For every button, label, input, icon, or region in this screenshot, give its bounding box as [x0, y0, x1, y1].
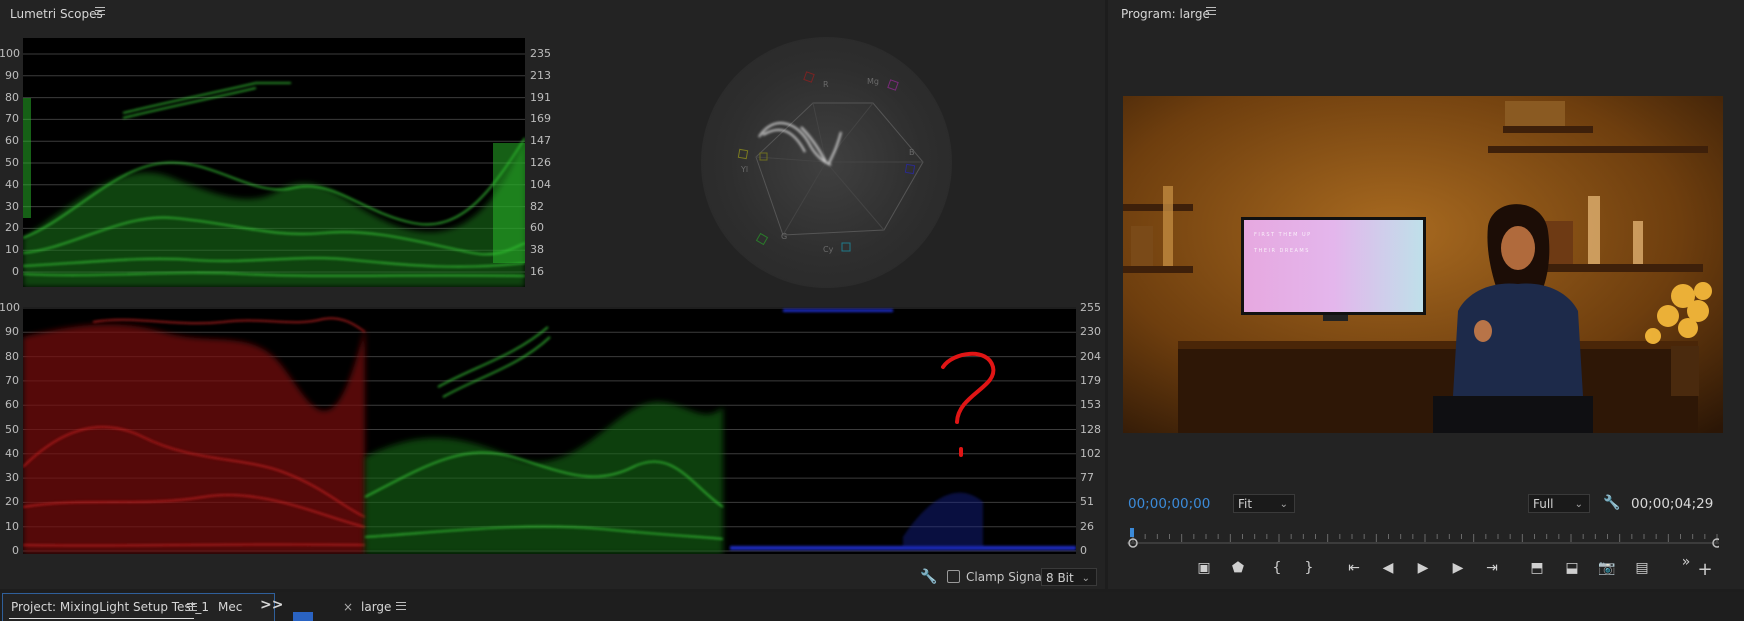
comparison-view-icon[interactable]: ▤ — [1631, 558, 1653, 578]
axis-tick-label: 10 — [5, 243, 19, 257]
extract-icon[interactable]: ⬓ — [1561, 558, 1583, 578]
lift-icon[interactable]: ⬒ — [1526, 558, 1548, 578]
axis-tick-label: 230 — [1080, 325, 1101, 339]
axis-tick-label: 255 — [1080, 301, 1101, 314]
bit-depth-value: 8 Bit — [1046, 571, 1074, 585]
panel-menu-icon[interactable] — [396, 602, 406, 610]
panel-menu-icon[interactable] — [95, 7, 105, 15]
clamp-signal-label: Clamp Signal — [966, 570, 1046, 584]
vector-label-mg: Mg — [867, 77, 879, 86]
chevron-down-icon: ⌄ — [1574, 499, 1583, 510]
axis-tick-label: 0 — [1080, 544, 1087, 557]
axis-tick-label: 40 — [5, 446, 19, 460]
axis-tick-label: 169 — [530, 112, 551, 126]
axis-tick-label: 235 — [530, 47, 551, 60]
axis-tick-label: 126 — [530, 156, 551, 169]
tv-screen-text-2: THEIR DREAMS — [1253, 248, 1310, 254]
wrench-icon[interactable]: 🔧 — [1603, 495, 1620, 511]
panel-menu-icon[interactable] — [187, 603, 197, 611]
project-item-thumbnail[interactable] — [293, 612, 313, 621]
step-back-icon[interactable]: ◀ — [1377, 558, 1399, 578]
annotation-question-mark — [941, 351, 996, 457]
zoom-level-select[interactable]: Fit ⌄ — [1233, 494, 1295, 513]
axis-tick-label: 20 — [5, 221, 19, 235]
playhead-ruler[interactable] — [1127, 528, 1722, 548]
axis-tick-label: 60 — [5, 398, 19, 412]
luma-waveform — [22, 38, 526, 287]
axis-tick-label: 153 — [1080, 398, 1101, 412]
axis-tick-label: 213 — [530, 68, 551, 82]
axis-tick-label: 38 — [530, 243, 544, 257]
vector-label-cy: Cy — [823, 245, 834, 254]
axis-tick-label: 60 — [530, 221, 544, 235]
axis-tick-label: 90 — [5, 325, 19, 339]
panel-menu-icon[interactable] — [1206, 7, 1216, 15]
axis-tick-label: 77 — [1080, 471, 1094, 485]
axis-tick-label: 20 — [5, 495, 19, 509]
axis-tick-label: 50 — [5, 422, 19, 436]
program-video-frame[interactable]: FIRST THEM UP THEIR DREAMS — [1123, 96, 1723, 433]
axis-tick-label: 50 — [5, 156, 19, 169]
axis-tick-label: 104 — [530, 177, 551, 191]
axis-tick-label: 10 — [5, 519, 19, 533]
vector-label-r: R — [823, 80, 829, 89]
axis-tick-label: 102 — [1080, 446, 1101, 460]
step-forward-icon[interactable]: ▶ — [1447, 558, 1469, 578]
axis-tick-label: 80 — [5, 90, 19, 104]
panel-title: Lumetri Scopes — [10, 7, 103, 21]
axis-tick-label: 60 — [5, 134, 19, 148]
axis-tick-label: 0 — [12, 544, 19, 557]
close-tab-icon[interactable]: × — [343, 600, 353, 614]
axis-tick-label: 90 — [5, 68, 19, 82]
axis-tick-label: 100 — [0, 301, 20, 314]
mark-in-icon[interactable]: { — [1266, 558, 1288, 578]
mark-out-icon[interactable]: } — [1298, 558, 1320, 578]
chevron-down-icon: ⌄ — [1081, 573, 1090, 584]
sequence-tab[interactable]: large — [361, 600, 391, 614]
axis-tick-label: 51 — [1080, 495, 1094, 509]
axis-tick-label: 30 — [5, 471, 19, 485]
add-marker-icon[interactable]: ⬟ — [1227, 558, 1249, 578]
axis-tick-label: 70 — [5, 373, 19, 387]
tv-screen-text-1: FIRST THEM UP — [1254, 232, 1312, 238]
clamp-signal-checkbox[interactable] — [947, 570, 960, 583]
vector-label-g: G — [781, 232, 787, 241]
axis-tick-label: 82 — [530, 199, 544, 213]
axis-tick-label: 204 — [1080, 349, 1101, 363]
current-timecode[interactable]: 00;00;00;00 — [1128, 496, 1210, 512]
axis-tick-label: 30 — [5, 199, 19, 213]
vectorscope: R Mg B Cy G Yl — [701, 37, 952, 288]
more-tabs-icon[interactable]: >> — [260, 597, 283, 613]
axis-tick-label: 70 — [5, 112, 19, 126]
axis-tick-label: 179 — [1080, 373, 1101, 387]
axis-tick-label: 128 — [1080, 422, 1101, 436]
playback-resolution-value: Full — [1533, 497, 1554, 511]
axis-tick-label: 0 — [12, 265, 19, 278]
export-frame-icon[interactable]: 📷 — [1596, 558, 1618, 578]
duration-timecode: 00;00;04;29 — [1631, 496, 1714, 512]
play-icon[interactable]: ▶ — [1412, 558, 1434, 578]
vector-label-b: B — [909, 148, 915, 157]
playback-resolution-select[interactable]: Full ⌄ — [1528, 494, 1590, 513]
axis-tick-label: 147 — [530, 134, 551, 148]
project-tab-label: Project: MixingLight Setup Test_1 — [11, 600, 210, 614]
rgb-parade — [22, 307, 1076, 554]
insert-overwrite-icon[interactable]: ▣ — [1193, 558, 1215, 578]
chevron-down-icon: ⌄ — [1279, 499, 1288, 510]
media-browser-tab[interactable]: Mec — [218, 600, 242, 614]
wrench-icon[interactable]: 🔧 — [920, 569, 937, 585]
add-button-icon[interactable]: + — [1694, 560, 1716, 580]
axis-tick-label: 100 — [0, 47, 20, 60]
axis-tick-label: 16 — [530, 265, 544, 278]
bit-depth-select[interactable]: 8 Bit ⌄ — [1041, 568, 1097, 586]
axis-tick-label: 26 — [1080, 519, 1094, 533]
vector-label-yl: Yl — [740, 165, 748, 174]
axis-tick-label: 191 — [530, 90, 551, 104]
panel-title: Program: large — [1121, 7, 1210, 21]
axis-tick-label: 80 — [5, 349, 19, 363]
go-to-out-icon[interactable]: ⇥ — [1481, 558, 1503, 578]
zoom-level-value: Fit — [1238, 497, 1253, 511]
axis-tick-label: 40 — [5, 177, 19, 191]
go-to-in-icon[interactable]: ⇤ — [1343, 558, 1365, 578]
